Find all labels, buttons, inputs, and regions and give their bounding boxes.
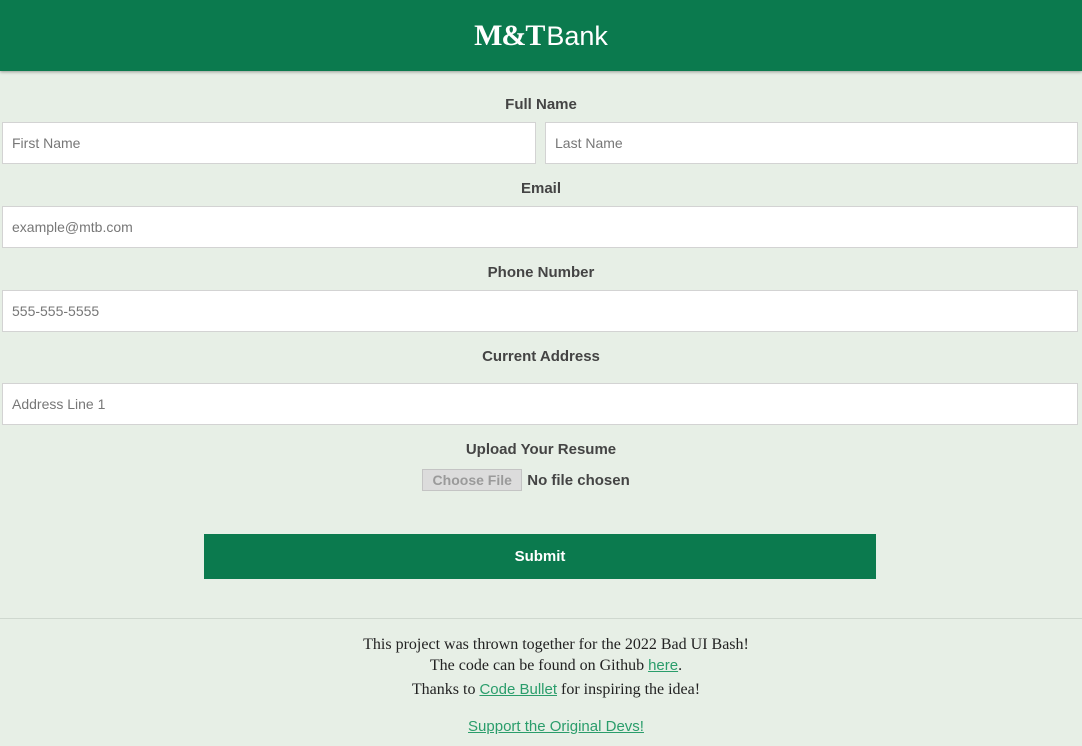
choose-file-button[interactable]: Choose File bbox=[422, 469, 523, 491]
mt-bank-logo[interactable]: M&T Bank bbox=[474, 19, 608, 53]
phone-input[interactable] bbox=[2, 290, 1078, 332]
site-header: M&T Bank bbox=[0, 0, 1082, 71]
footer-divider bbox=[0, 618, 1082, 619]
logo-word: Bank bbox=[546, 20, 608, 51]
full-name-label: Full Name bbox=[505, 96, 577, 113]
resume-label: Upload Your Resume bbox=[465, 441, 617, 458]
address-label: Current Address bbox=[482, 348, 600, 365]
footer-thanks-line: Thanks to Code Bullet for inspiring the … bbox=[30, 676, 1082, 703]
footer-credit-line: This project was thrown together for the… bbox=[363, 636, 749, 653]
last-name-input[interactable] bbox=[545, 122, 1078, 164]
email-label: Email bbox=[520, 180, 562, 197]
site-footer: This project was thrown together for the… bbox=[30, 634, 1082, 735]
footer-thanks-prefix: Thanks to bbox=[411, 681, 480, 698]
code-bullet-link[interactable]: Code Bullet bbox=[479, 681, 557, 698]
logo-mark: M&T bbox=[474, 18, 545, 52]
github-link[interactable]: here bbox=[648, 657, 678, 674]
first-name-input[interactable] bbox=[2, 122, 536, 164]
footer-thanks-suffix: for inspiring the idea! bbox=[557, 681, 701, 698]
footer-github-prefix: The code can be found on Github bbox=[429, 657, 649, 674]
support-original-devs-link[interactable]: Support the Original Devs! bbox=[30, 718, 1082, 735]
email-input[interactable] bbox=[2, 206, 1078, 248]
address-line-1-input[interactable] bbox=[2, 383, 1078, 425]
footer-github-line: The code can be found on Github here. bbox=[30, 655, 1082, 676]
footer-github-suffix: . bbox=[678, 657, 683, 674]
file-status-text: No file chosen bbox=[527, 471, 630, 489]
resume-file-picker: Choose File No file chosen bbox=[0, 469, 1082, 491]
submit-button[interactable]: Submit bbox=[204, 534, 876, 579]
phone-label: Phone Number bbox=[487, 264, 595, 281]
